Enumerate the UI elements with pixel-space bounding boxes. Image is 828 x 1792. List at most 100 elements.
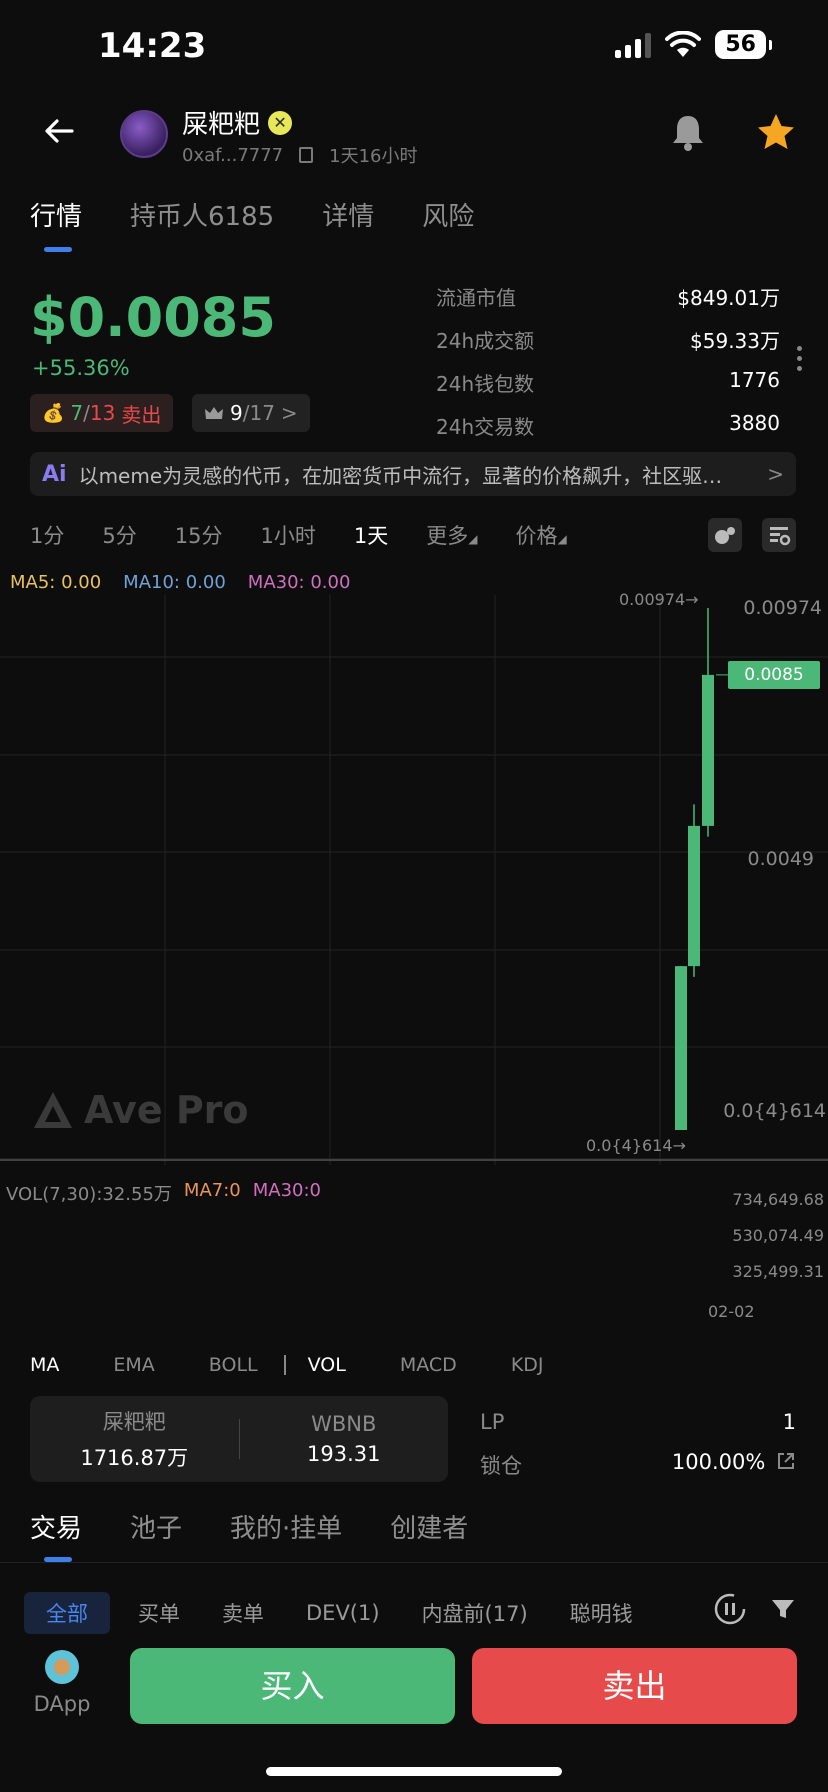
stat-label: 24h成交额 bbox=[436, 329, 535, 353]
filter-all[interactable]: 全部 bbox=[24, 1592, 110, 1634]
stat-row: 24h交易数 3880 bbox=[436, 411, 780, 454]
stat-row: 24h钱包数 1776 bbox=[436, 368, 780, 411]
home-indicator[interactable] bbox=[266, 1767, 562, 1776]
tab-market[interactable]: 行情 bbox=[30, 196, 82, 233]
axis-label-bottom: 0.0{4}614 bbox=[723, 1100, 826, 1122]
pause-circle-icon[interactable] bbox=[713, 1592, 747, 1626]
token-avatar bbox=[120, 110, 168, 158]
indicator-boll[interactable]: BOLL bbox=[209, 1354, 258, 1376]
favorite-star-icon[interactable] bbox=[756, 112, 796, 152]
filter-dev[interactable]: DEV(1) bbox=[306, 1595, 422, 1631]
volume-legend: VOL(7,30):32.55万 MA7:0 MA30:0 bbox=[6, 1180, 321, 1206]
price-mode[interactable]: 价格◢ bbox=[515, 520, 566, 550]
vol-value: VOL(7,30):32.55万 bbox=[6, 1184, 172, 1205]
bell-icon[interactable] bbox=[670, 112, 706, 152]
buy-button[interactable]: 买入 bbox=[130, 1648, 455, 1724]
pool-pair-amount: 193.31 bbox=[307, 1442, 381, 1466]
lock-value-group[interactable]: 100.00% bbox=[672, 1450, 796, 1490]
money-bag-icon: 💰 bbox=[42, 402, 65, 424]
candle-body bbox=[688, 825, 700, 967]
vol-axis-label: 734,649.68 bbox=[732, 1190, 824, 1209]
filter-funnel-icon[interactable] bbox=[766, 1592, 800, 1626]
tab-holders[interactable]: 持币人6185 bbox=[130, 196, 274, 233]
current-price: $0.0085 bbox=[30, 286, 276, 349]
external-link-icon bbox=[778, 1453, 794, 1469]
dapp-button[interactable]: DApp bbox=[30, 1650, 94, 1716]
indicator-tabs: MA EMA BOLL VOL MACD KDJ bbox=[30, 1354, 544, 1376]
indicator-toggle-icon[interactable] bbox=[708, 518, 742, 552]
price-change: +55.36% bbox=[32, 356, 130, 380]
timeframe-1h[interactable]: 1小时 bbox=[260, 520, 315, 550]
tab-my-orders[interactable]: 我的·挂单 bbox=[230, 1508, 342, 1545]
stat-row: 24h成交额 $59.33万 bbox=[436, 325, 780, 368]
indicator-vol[interactable]: VOL bbox=[308, 1354, 346, 1376]
indicator-ema[interactable]: EMA bbox=[113, 1354, 154, 1376]
indicator-divider bbox=[283, 1355, 286, 1375]
copy-icon[interactable] bbox=[299, 147, 314, 163]
chip1-slash: / bbox=[83, 401, 90, 425]
tab-creator[interactable]: 创建者 bbox=[390, 1508, 468, 1545]
timeframe-1m[interactable]: 1分 bbox=[30, 520, 64, 550]
vol-ma30: MA30:0 bbox=[252, 1180, 321, 1201]
ave-logo-icon bbox=[34, 1092, 72, 1128]
filter-smart-money[interactable]: 聪明钱 bbox=[570, 1592, 657, 1634]
tab-trades[interactable]: 交易 bbox=[30, 1508, 82, 1545]
pancake-bunny-icon bbox=[45, 1650, 79, 1684]
tab-risk[interactable]: 风险 bbox=[422, 196, 474, 233]
chip1-left: 7 bbox=[70, 401, 84, 425]
dapp-label: DApp bbox=[33, 1692, 91, 1716]
token-subline: 0xaf...7777 1天16小时 bbox=[182, 142, 418, 168]
chevron-right-icon: > bbox=[767, 462, 784, 486]
chip2-left: 9 bbox=[230, 401, 243, 425]
price-chart[interactable] bbox=[0, 595, 828, 1165]
tab-details[interactable]: 详情 bbox=[322, 196, 374, 233]
chevron-right-icon: > bbox=[280, 401, 298, 425]
filter-buy[interactable]: 买单 bbox=[138, 1592, 222, 1634]
more-dots-icon[interactable] bbox=[797, 346, 802, 371]
ai-icon: Ai bbox=[42, 461, 67, 487]
filter-sell[interactable]: 卖单 bbox=[222, 1592, 306, 1634]
indicator-ma[interactable]: MA bbox=[30, 1354, 59, 1376]
pool-pair-name: WBNB bbox=[311, 1412, 377, 1436]
stat-row: 流通市值 $849.01万 bbox=[436, 282, 780, 325]
pool-token-name: 屎粑粑 bbox=[102, 1410, 166, 1434]
current-price-tag: 0.0085 bbox=[728, 661, 820, 689]
date-label: 02-02 bbox=[708, 1302, 755, 1321]
ma10-value: MA10: 0.00 bbox=[123, 572, 226, 593]
contract-address: 0xaf...7777 bbox=[182, 144, 284, 166]
lp-value: 1 bbox=[782, 1410, 796, 1434]
vol-axis-label: 325,499.31 bbox=[732, 1262, 824, 1281]
chart-settings-icon[interactable] bbox=[762, 518, 796, 552]
stat-label: 流通市值 bbox=[436, 286, 516, 310]
candles bbox=[675, 608, 730, 1130]
rank-chip[interactable]: 9/17 > bbox=[192, 394, 310, 432]
pool-token: 屎粑粑 1716.87万 bbox=[30, 1406, 239, 1472]
timeframe-more[interactable]: 更多◢ bbox=[426, 520, 477, 550]
tab-pools[interactable]: 池子 bbox=[130, 1508, 182, 1545]
stat-value: 3880 bbox=[729, 411, 780, 435]
timeframe-5m[interactable]: 5分 bbox=[102, 520, 136, 550]
timeframe-15m[interactable]: 15分 bbox=[175, 520, 223, 550]
crown-icon bbox=[205, 407, 223, 419]
chip1-label: 卖出 bbox=[121, 402, 162, 427]
indicator-kdj[interactable]: KDJ bbox=[511, 1354, 544, 1376]
ma30-value: MA30: 0.00 bbox=[247, 572, 351, 593]
chip1-right: 13 bbox=[89, 401, 116, 425]
sell-button[interactable]: 卖出 bbox=[472, 1648, 797, 1724]
vol-ma7: MA7:0 bbox=[183, 1180, 241, 1201]
token-stats: 流通市值 $849.01万 24h成交额 $59.33万 24h钱包数 1776 24… bbox=[436, 282, 780, 454]
stat-label: 24h钱包数 bbox=[436, 372, 535, 396]
filter-presale[interactable]: 内盘前(17) bbox=[422, 1592, 570, 1634]
indicator-macd[interactable]: MACD bbox=[400, 1354, 457, 1376]
lp-row: LP 1 bbox=[480, 1410, 796, 1450]
status-icons: 56 bbox=[615, 30, 772, 59]
timeframe-1d[interactable]: 1天 bbox=[354, 520, 388, 550]
ai-summary-banner[interactable]: Ai 以meme为灵感的代币，在加密货币中流行，显著的价格飙升，社区驱… > bbox=[30, 452, 796, 496]
stat-value: 1776 bbox=[729, 368, 780, 392]
back-arrow-icon[interactable] bbox=[42, 114, 76, 148]
wifi-icon bbox=[665, 30, 702, 57]
lock-row: 锁仓 100.00% bbox=[480, 1450, 796, 1490]
candle-body bbox=[702, 674, 714, 826]
sell-tax-chip[interactable]: 💰 7/13 卖出 bbox=[30, 394, 174, 432]
pool-summary: 屎粑粑 1716.87万 WBNB 193.31 bbox=[30, 1396, 448, 1482]
